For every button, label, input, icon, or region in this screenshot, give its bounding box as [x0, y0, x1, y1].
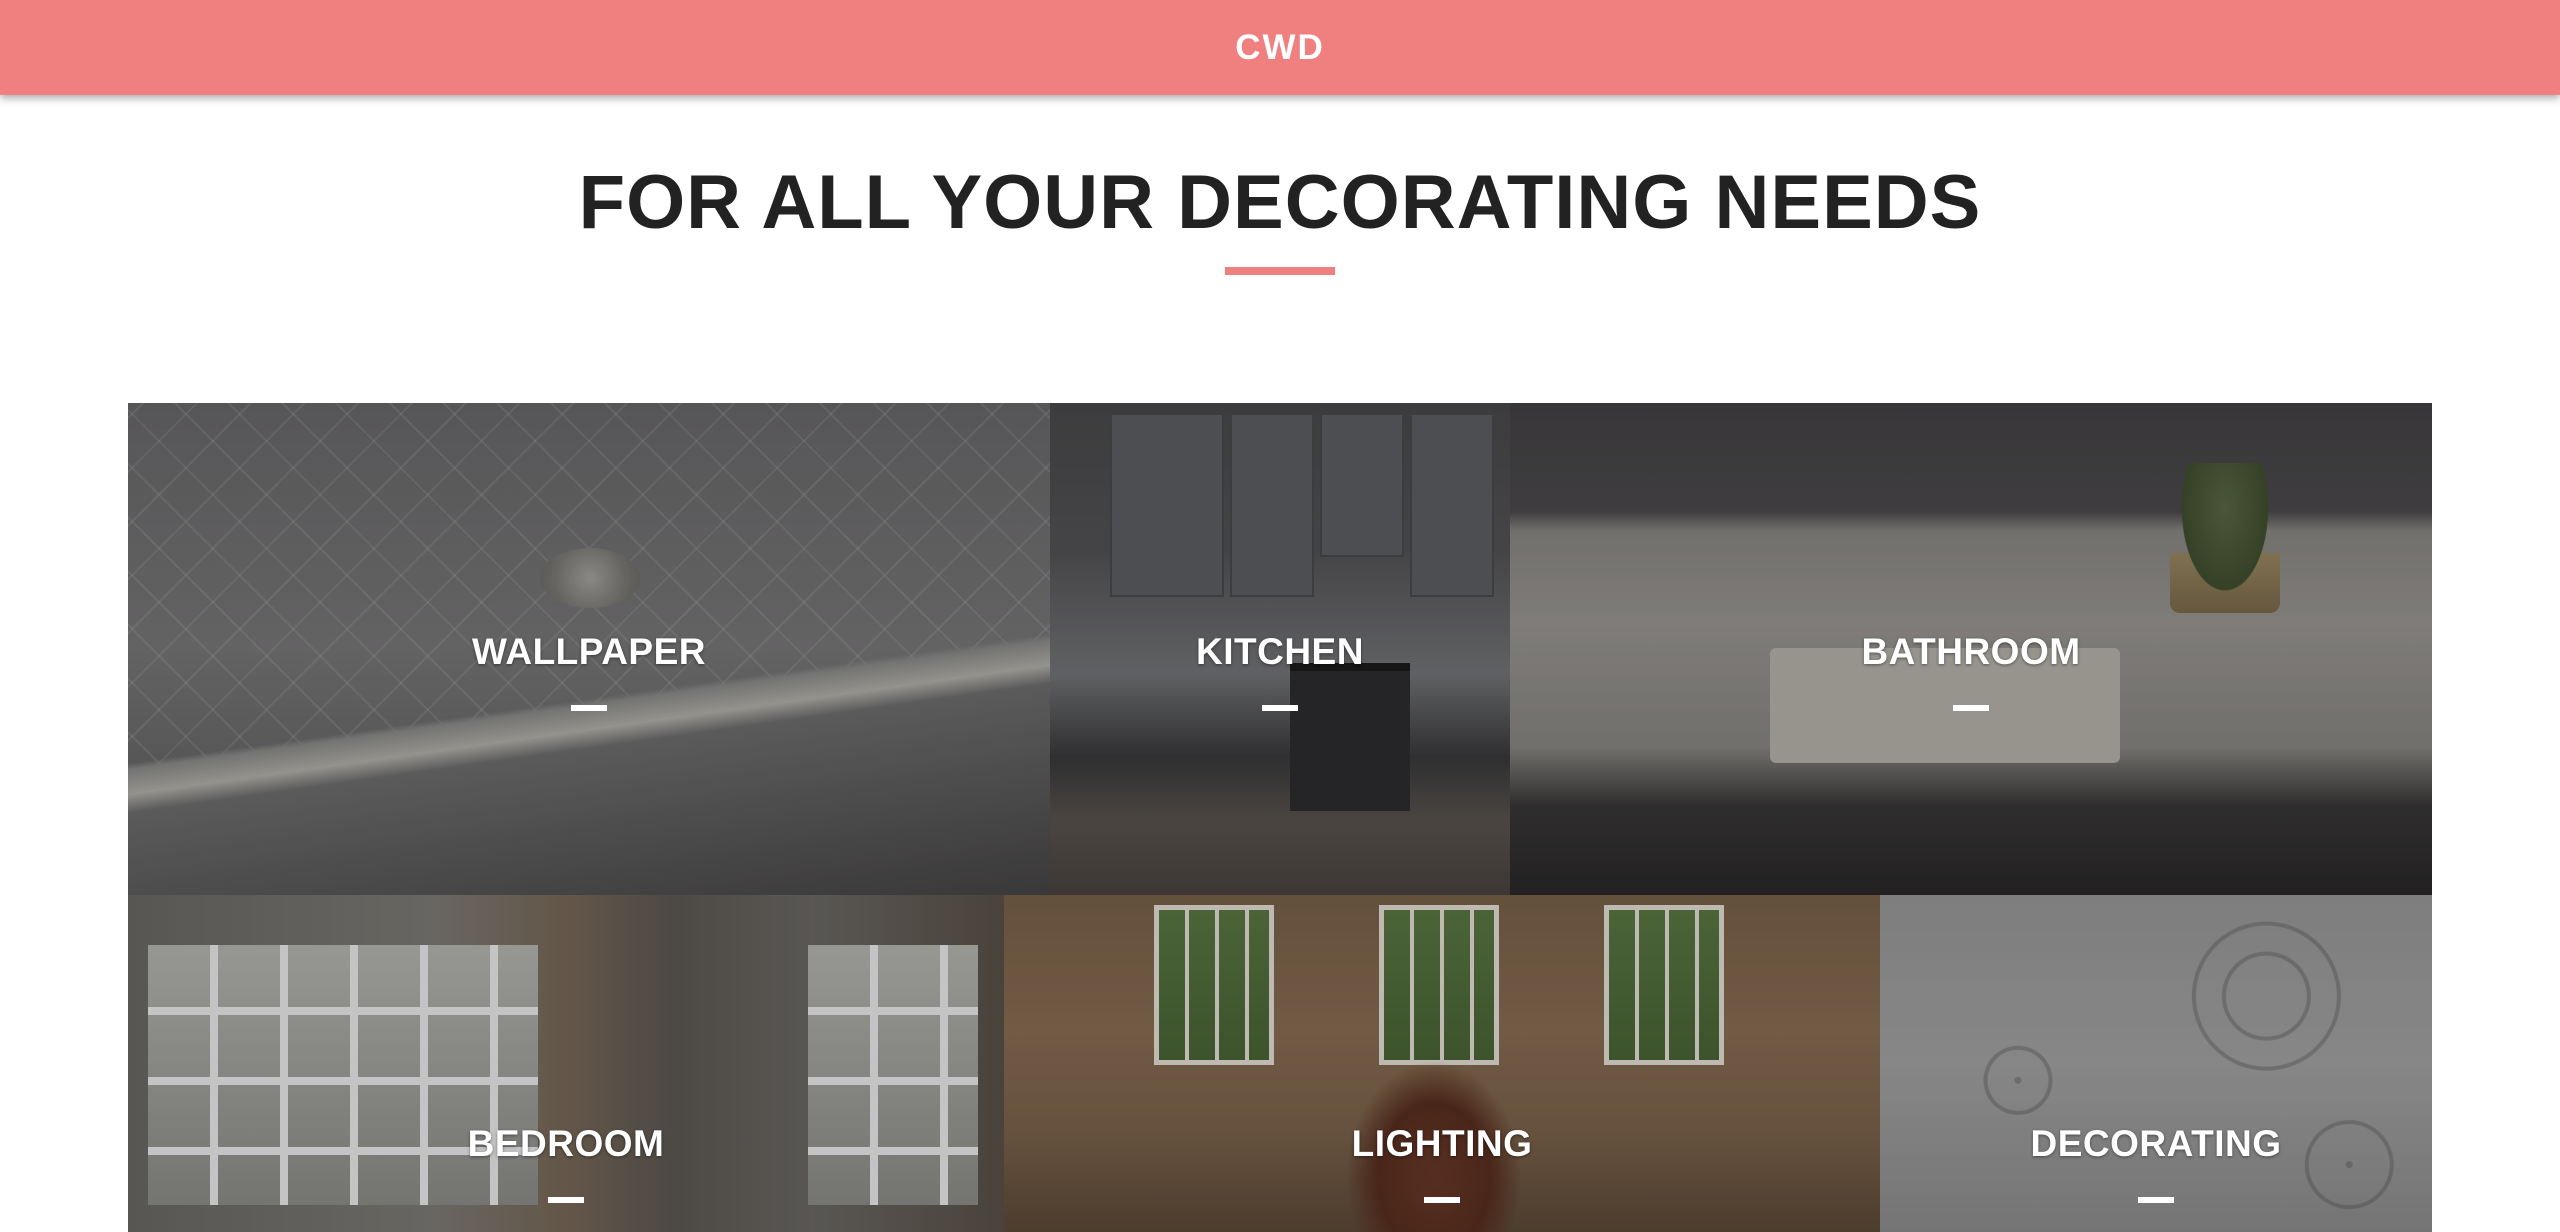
category-label-bedroom: BEDROOM [467, 1123, 665, 1164]
top-navbar: CWD [0, 0, 2560, 95]
category-dash [1953, 705, 1989, 711]
category-grid: WALLPAPER KITCHEN BATHROOM BEDROOM LIGHT… [128, 403, 2432, 1232]
category-tile-decorating[interactable]: DECORATING [1880, 895, 2432, 1232]
category-tile-kitchen[interactable]: KITCHEN [1050, 403, 1510, 895]
title-underline-divider [1225, 267, 1335, 275]
category-dash [571, 705, 607, 711]
category-tile-bedroom[interactable]: BEDROOM [128, 895, 1004, 1232]
category-tile-bathroom[interactable]: BATHROOM [1510, 403, 2432, 895]
category-tile-lighting[interactable]: LIGHTING [1004, 895, 1880, 1232]
category-label-kitchen: KITCHEN [1196, 631, 1364, 672]
category-label-lighting: LIGHTING [1351, 1123, 1533, 1164]
brand-logo-text[interactable]: CWD [1235, 28, 1325, 68]
category-tile-wallpaper[interactable]: WALLPAPER [128, 403, 1050, 895]
page-title: FOR ALL YOUR DECORATING NEEDS [578, 160, 1982, 245]
tile-overlay [128, 895, 1004, 1232]
tile-overlay [1004, 895, 1880, 1232]
tile-overlay [1880, 895, 2432, 1232]
category-label-decorating: DECORATING [2030, 1123, 2282, 1164]
category-dash [548, 1197, 584, 1203]
category-label-bathroom: BATHROOM [1861, 631, 2081, 672]
category-dash [1262, 705, 1298, 711]
category-label-wallpaper: WALLPAPER [471, 631, 707, 672]
category-dash [1424, 1197, 1460, 1203]
category-dash [2138, 1197, 2174, 1203]
